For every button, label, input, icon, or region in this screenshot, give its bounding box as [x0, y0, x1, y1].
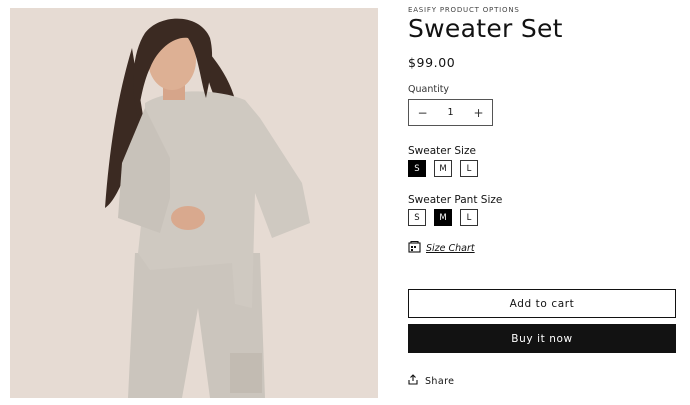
size-chart-icon	[408, 240, 421, 256]
pant-size-label: Sweater Pant Size	[408, 194, 503, 206]
sweater-size-m[interactable]: M	[434, 160, 452, 177]
pant-size-options: S M L	[408, 209, 478, 226]
quantity-input[interactable]: 1	[436, 107, 465, 118]
quantity-increase-button[interactable]: +	[465, 100, 492, 125]
quantity-decrease-button[interactable]: −	[409, 100, 436, 125]
share-icon	[408, 374, 418, 388]
sweater-size-label: Sweater Size	[408, 145, 476, 157]
quantity-stepper: − 1 +	[408, 99, 493, 126]
product-image[interactable]	[10, 8, 378, 398]
product-title: Sweater Set	[408, 14, 563, 43]
share-label: Share	[425, 375, 455, 387]
add-to-cart-button[interactable]: Add to cart	[408, 289, 676, 318]
size-chart-label: Size Chart	[426, 242, 475, 254]
product-photo-illustration	[105, 18, 310, 398]
pant-size-l[interactable]: L	[460, 209, 478, 226]
quantity-label: Quantity	[408, 84, 450, 95]
sweater-size-options: S M L	[408, 160, 478, 177]
product-price: $99.00	[408, 55, 456, 70]
product-vendor: EASIFY PRODUCT OPTIONS	[408, 6, 520, 14]
pant-size-s[interactable]: S	[408, 209, 426, 226]
size-chart-link[interactable]: Size Chart	[408, 240, 475, 256]
sweater-size-s[interactable]: S	[408, 160, 426, 177]
sweater-size-l[interactable]: L	[460, 160, 478, 177]
buy-now-button[interactable]: Buy it now	[408, 324, 676, 353]
pant-size-m[interactable]: M	[434, 209, 452, 226]
share-button[interactable]: Share	[408, 374, 454, 388]
